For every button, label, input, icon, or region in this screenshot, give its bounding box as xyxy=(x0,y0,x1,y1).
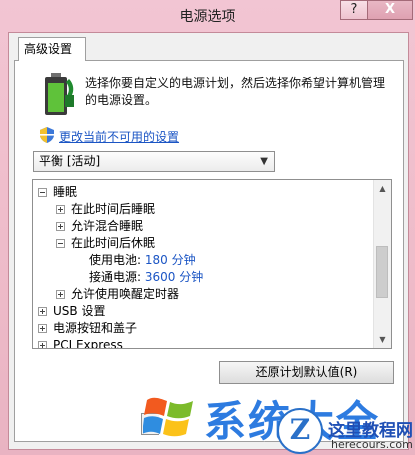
expand-icon[interactable] xyxy=(56,290,65,299)
power-plan-select[interactable]: 平衡 [活动] ▼ xyxy=(33,151,275,172)
tree-item-on-battery[interactable]: 使用电池: 180 分钟 xyxy=(89,252,196,269)
scroll-down-icon[interactable]: ▼ xyxy=(374,331,391,348)
expand-icon[interactable] xyxy=(38,324,47,333)
tree-item-label: 电源按钮和盖子 xyxy=(53,321,138,335)
setting-label: 接通电源: xyxy=(89,270,142,284)
tree-item-wake-timers[interactable]: 允许使用唤醒定时器 xyxy=(56,286,179,303)
advanced-settings-panel: 选择你要自定义的电源计划，然后选择你希望计算机管理的电源设置。 更改当前不可用的… xyxy=(14,60,404,442)
watermark-site-url: herecours.com xyxy=(331,438,413,451)
tree-item-sleep-after[interactable]: 在此时间后睡眠 xyxy=(56,201,155,218)
tree-item-usb-settings[interactable]: USB 设置 xyxy=(38,303,105,320)
windows-logo-icon xyxy=(143,397,193,437)
change-unavailable-settings-link[interactable]: 更改当前不可用的设置 xyxy=(59,128,179,145)
expand-icon[interactable] xyxy=(56,205,65,214)
plugged-in-value[interactable]: 3600 分钟 xyxy=(145,270,203,284)
tree-item-label: 在此时间后睡眠 xyxy=(71,202,156,216)
tree-item-hibernate-after[interactable]: 在此时间后休眠 xyxy=(56,235,155,252)
setting-label: 使用电池: xyxy=(89,253,142,267)
power-options-window: 电源选项 ? X 高级设置 选择你要自定义的电源计划，然后选择你希望计算机管理的… xyxy=(0,0,415,455)
tree-item-label: 睡眠 xyxy=(53,185,78,199)
tree-item-label: PCI Express xyxy=(53,338,123,349)
uac-shield-icon xyxy=(40,127,54,143)
scroll-up-icon[interactable]: ▲ xyxy=(374,180,391,197)
battery-icon xyxy=(45,73,74,115)
tree-item-sleep[interactable]: 睡眠 xyxy=(38,184,77,201)
intro-text: 选择你要自定义的电源计划，然后选择你希望计算机管理的电源设置。 xyxy=(85,76,386,107)
tree-item-label: USB 设置 xyxy=(53,304,106,318)
tree-item-label: 允许混合睡眠 xyxy=(71,219,144,233)
tree-item-label: 允许使用唤醒定时器 xyxy=(71,287,180,301)
title-bar: 电源选项 ? X xyxy=(0,0,415,32)
watermark-badge-icon: Z xyxy=(277,408,323,454)
tree-item-label: 在此时间后休眠 xyxy=(71,236,156,250)
expand-icon[interactable] xyxy=(38,341,47,348)
tab-advanced-settings[interactable]: 高级设置 xyxy=(18,37,86,61)
close-button[interactable]: X xyxy=(367,0,413,20)
restore-defaults-button[interactable]: 还原计划默认值(R) xyxy=(219,361,394,384)
tree-item-hybrid-sleep[interactable]: 允许混合睡眠 xyxy=(56,218,143,235)
collapse-icon[interactable] xyxy=(56,239,65,248)
chevron-down-icon: ▼ xyxy=(260,156,268,167)
settings-tree[interactable]: 睡眠 在此时间后睡眠 允许混合睡眠 在此时间后休眠 使用电池: 180 分钟 接… xyxy=(32,179,392,349)
on-battery-value[interactable]: 180 分钟 xyxy=(145,253,196,267)
tree-item-plugged-in[interactable]: 接通电源: 3600 分钟 xyxy=(89,269,203,286)
expand-icon[interactable] xyxy=(56,222,65,231)
tree-item-pci-express[interactable]: PCI Express xyxy=(38,337,123,349)
vertical-scrollbar[interactable]: ▲ ▼ xyxy=(373,180,391,348)
collapse-icon[interactable] xyxy=(38,188,47,197)
tree-item-power-buttons-lid[interactable]: 电源按钮和盖子 xyxy=(38,320,137,337)
power-plan-select-value: 平衡 [活动] xyxy=(39,154,101,168)
scrollbar-thumb[interactable] xyxy=(376,246,388,298)
expand-icon[interactable] xyxy=(38,307,47,316)
help-button[interactable]: ? xyxy=(340,0,368,20)
